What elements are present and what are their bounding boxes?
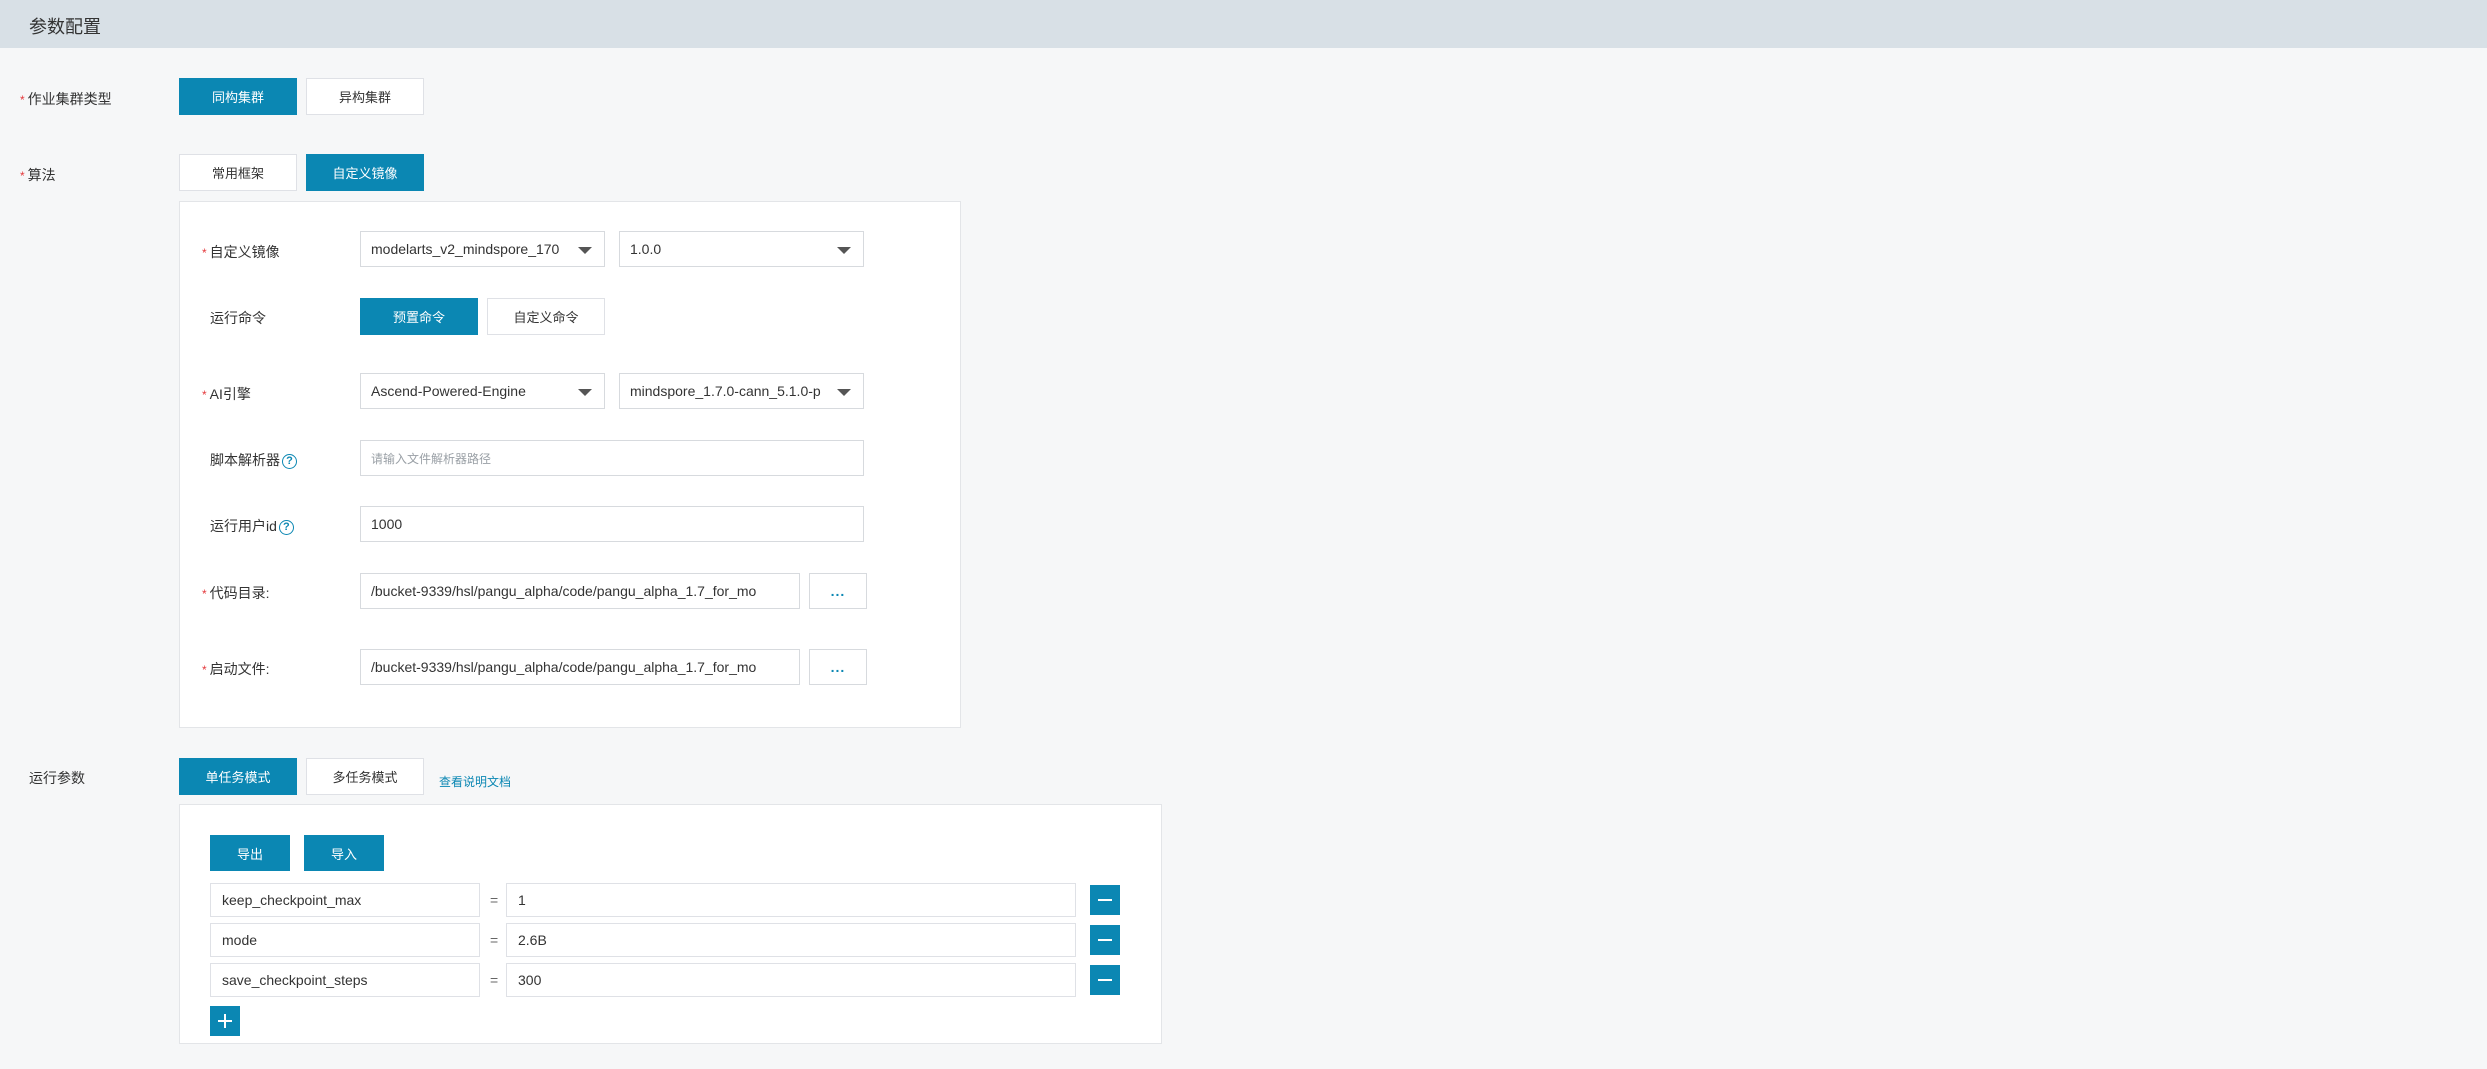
heterogeneous-cluster-option[interactable]: 异构集群 — [306, 78, 424, 115]
multi-task-mode-option[interactable]: 多任务模式 — [306, 758, 424, 795]
script-interpreter-input[interactable]: 请输入文件解析器路径 — [360, 440, 864, 476]
engine-version-select[interactable]: mindspore_1.7.0-cann_5.1.0-p — [619, 373, 864, 409]
minus-icon — [1098, 899, 1112, 901]
param-key-input[interactable]: save_checkpoint_steps — [210, 963, 480, 997]
run-params-panel: 导出 导入 keep_checkpoint_max = 1 mode = 2.6… — [179, 804, 1162, 1044]
tab-common-framework[interactable]: 常用框架 — [179, 154, 297, 191]
param-key-input[interactable]: keep_checkpoint_max — [210, 883, 480, 917]
help-icon[interactable]: ? — [278, 519, 294, 535]
equals-sign: = — [490, 972, 499, 988]
param-value-input[interactable]: 300 — [506, 963, 1076, 997]
chevron-down-icon — [578, 389, 592, 396]
homogeneous-cluster-option[interactable]: 同构集群 — [179, 78, 297, 115]
page-title: 参数配置 — [29, 17, 101, 37]
remove-param-button[interactable] — [1090, 885, 1120, 915]
custom-command-option[interactable]: 自定义命令 — [487, 298, 605, 335]
param-value-input[interactable]: 1 — [506, 883, 1076, 917]
code-dir-label: * 代码目录: — [202, 585, 270, 601]
equals-sign: = — [490, 892, 499, 908]
image-version-value: 1.0.0 — [630, 241, 662, 257]
import-button[interactable]: 导入 — [304, 835, 384, 871]
ai-engine-value: Ascend-Powered-Engine — [371, 383, 526, 399]
preset-command-option[interactable]: 预置命令 — [360, 298, 478, 335]
run-params-label: 运行参数 — [29, 770, 85, 786]
plus-icon — [218, 1014, 232, 1028]
code-dir-input[interactable]: /bucket-9339/hsl/pangu_alpha/code/pangu_… — [360, 573, 800, 609]
tab-custom-image[interactable]: 自定义镜像 — [306, 154, 424, 191]
chevron-down-icon — [578, 247, 592, 254]
boot-file-value: /bucket-9339/hsl/pangu_alpha/code/pangu_… — [371, 659, 757, 675]
page-header: 参数配置 — [0, 0, 2487, 48]
script-interpreter-label: 脚本解析器? — [210, 450, 297, 470]
run-user-id-input[interactable]: 1000 — [360, 506, 864, 542]
export-button[interactable]: 导出 — [210, 835, 290, 871]
script-interpreter-placeholder: 请输入文件解析器路径 — [371, 451, 492, 466]
engine-version-value: mindspore_1.7.0-cann_5.1.0-p — [630, 383, 821, 399]
remove-param-button[interactable] — [1090, 965, 1120, 995]
custom-image-select[interactable]: modelarts_v2_mindspore_170 — [360, 231, 605, 267]
remove-param-button[interactable] — [1090, 925, 1120, 955]
single-task-mode-option[interactable]: 单任务模式 — [179, 758, 297, 795]
minus-icon — [1098, 939, 1112, 941]
code-dir-browse-button[interactable]: ... — [809, 573, 867, 609]
boot-file-label: * 启动文件: — [202, 661, 270, 677]
help-icon[interactable]: ? — [282, 453, 297, 469]
image-version-select[interactable]: 1.0.0 — [619, 231, 864, 267]
param-value-input[interactable]: 2.6B — [506, 923, 1076, 957]
cluster-type-label: * 作业集群类型 — [20, 91, 112, 107]
ai-engine-select[interactable]: Ascend-Powered-Engine — [360, 373, 605, 409]
param-key-input[interactable]: mode — [210, 923, 480, 957]
run-command-label: 运行命令 — [210, 310, 266, 326]
view-docs-link[interactable]: 查看说明文档 — [439, 773, 511, 790]
add-param-button[interactable] — [210, 1006, 240, 1036]
ai-engine-label: * AI引擎 — [202, 386, 251, 402]
run-user-id-label: 运行用户id? — [210, 516, 294, 536]
chevron-down-icon — [837, 389, 851, 396]
algorithm-label: * 算法 — [20, 167, 56, 183]
minus-icon — [1098, 979, 1112, 981]
boot-file-browse-button[interactable]: ... — [809, 649, 867, 685]
custom-image-value: modelarts_v2_mindspore_170 — [371, 241, 560, 257]
equals-sign: = — [490, 932, 499, 948]
algorithm-panel: * 自定义镜像 modelarts_v2_mindspore_170 1.0.0 … — [179, 201, 961, 728]
run-user-id-value: 1000 — [371, 516, 403, 532]
custom-image-label: * 自定义镜像 — [202, 244, 280, 260]
boot-file-input[interactable]: /bucket-9339/hsl/pangu_alpha/code/pangu_… — [360, 649, 800, 685]
chevron-down-icon — [837, 247, 851, 254]
code-dir-value: /bucket-9339/hsl/pangu_alpha/code/pangu_… — [371, 583, 757, 599]
